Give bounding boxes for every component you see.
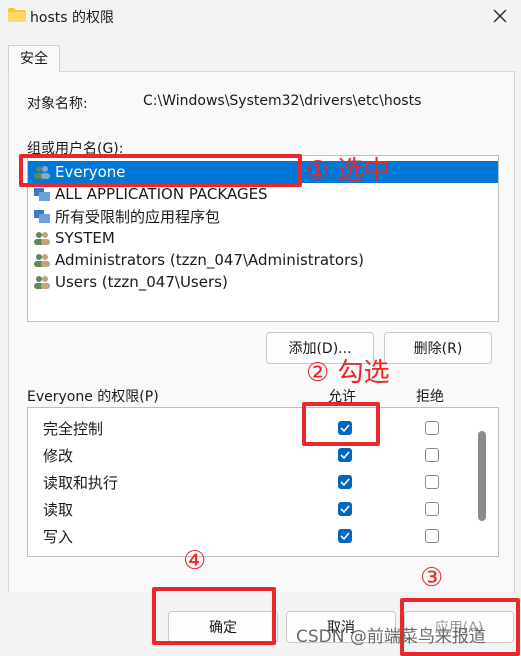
permission-row: 写入 (28, 522, 498, 549)
watermark: CSDN @前端菜鸟来报道 (296, 627, 486, 647)
packages-icon (34, 188, 50, 201)
annotation-step2: ② 勾选 (306, 358, 390, 388)
users-icon (34, 232, 50, 245)
allow-checkbox[interactable] (338, 475, 352, 489)
list-item-label: ALL APPLICATION PACKAGES (55, 185, 268, 203)
deny-checkbox[interactable] (425, 529, 439, 543)
deny-checkbox[interactable] (425, 448, 439, 462)
deny-header: 拒绝 (416, 389, 444, 405)
window-title: hosts 的权限 (30, 10, 114, 26)
users-icon (34, 276, 50, 289)
users-icon (34, 254, 50, 267)
permission-row: 读取 (28, 495, 498, 522)
deny-checkbox[interactable] (425, 421, 439, 435)
allow-checkbox[interactable] (338, 502, 352, 516)
check-icon (340, 532, 350, 541)
permission-name: 修改 (43, 447, 74, 465)
object-name-label: 对象名称: (27, 96, 88, 112)
annotation-step3: ③ (420, 563, 444, 593)
packages-icon (34, 210, 50, 223)
permission-row: 读取和执行 (28, 468, 498, 495)
close-icon (493, 9, 507, 23)
list-item-label: Users (tzzn_047\Users) (55, 273, 228, 291)
permissions-scrollbar[interactable] (478, 431, 486, 521)
permission-name: 读取和执行 (43, 474, 119, 492)
list-item-label: Administrators (tzzn_047\Administrators) (55, 251, 364, 269)
annotation-step4: ④ (183, 546, 207, 576)
list-item-label: SYSTEM (55, 229, 115, 247)
allow-checkbox[interactable] (338, 448, 352, 462)
annotation-box-ok (152, 587, 276, 645)
annotation-box-everyone (19, 154, 302, 187)
object-name-value: C:\Windows\System32\drivers\etc\hosts (143, 93, 422, 109)
list-item-restricted-packages[interactable]: 所有受限制的应用程序包 (28, 205, 498, 227)
check-icon (340, 478, 350, 487)
folder-icon (8, 8, 26, 22)
list-item-administrators[interactable]: Administrators (tzzn_047\Administrators) (28, 249, 498, 271)
annotation-box-allow (302, 402, 380, 446)
list-item-label: 所有受限制的应用程序包 (55, 207, 221, 226)
permission-name: 写入 (43, 528, 74, 546)
allow-checkbox[interactable] (338, 529, 352, 543)
deny-checkbox[interactable] (425, 475, 439, 489)
permission-name: 完全控制 (43, 420, 104, 438)
tab-security[interactable]: 安全 (8, 45, 60, 72)
permission-name: 读取 (43, 501, 74, 519)
deny-checkbox[interactable] (425, 502, 439, 516)
list-item-system[interactable]: SYSTEM (28, 227, 498, 249)
close-button[interactable] (484, 2, 516, 30)
check-icon (340, 451, 350, 460)
permissions-list[interactable]: 完全控制 修改 读取和执行 读取 写入 (27, 407, 499, 557)
annotation-step1: ① 选中 (306, 156, 390, 186)
remove-button[interactable]: 删除(R) (384, 332, 492, 364)
permissions-label: Everyone 的权限(P) (27, 389, 159, 405)
permission-row: 完全控制 (28, 414, 498, 441)
check-icon (340, 505, 350, 514)
permission-row: 修改 (28, 441, 498, 468)
list-item-users[interactable]: Users (tzzn_047\Users) (28, 271, 498, 293)
